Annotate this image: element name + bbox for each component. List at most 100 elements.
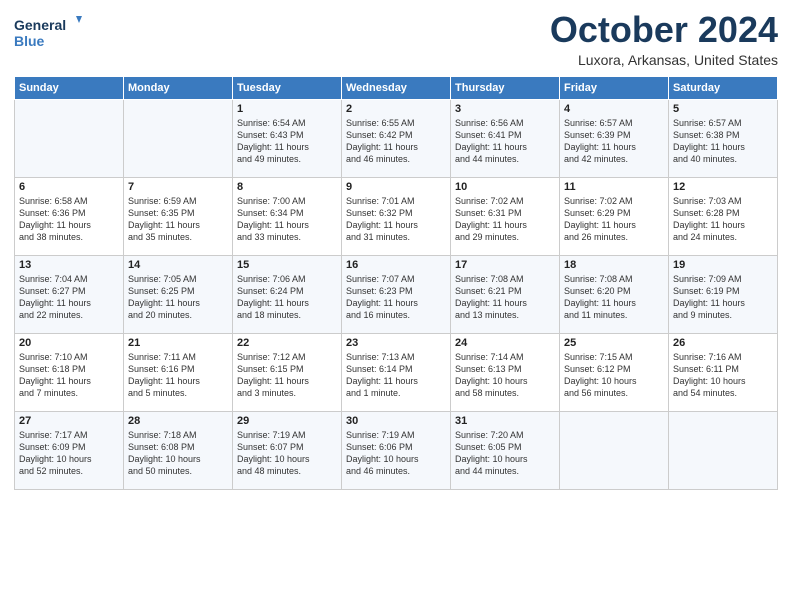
day-cell: 3 Sunrise: 6:56 AM Sunset: 6:41 PM Daylig…	[451, 99, 560, 177]
logo: General Blue	[14, 14, 82, 52]
col-header-friday: Friday	[560, 76, 669, 99]
day-cell	[124, 99, 233, 177]
day-cell: 4Sunrise: 6:57 AM Sunset: 6:39 PM Daylig…	[560, 99, 669, 177]
day-cell: 22 Sunrise: 7:12 AM Sunset: 6:15 PM Dayli…	[233, 333, 342, 411]
day-cell	[669, 411, 778, 489]
logo-svg: General Blue	[14, 14, 82, 52]
day-info: Sunrise: 7:10 AM Sunset: 6:18 PM Dayligh…	[19, 351, 119, 400]
day-info: Sunrise: 7:17 AM Sunset: 6:09 PM Dayligh…	[19, 429, 119, 478]
day-info: Sunrise: 7:02 AM Sunset: 6:29 PM Dayligh…	[564, 195, 664, 244]
day-number: 17	[455, 259, 555, 271]
day-number: 10	[455, 181, 555, 193]
day-number: 18	[564, 259, 664, 271]
day-number: 14	[128, 259, 228, 271]
page-container: General Blue October 2024 Luxora, Arkans…	[0, 0, 792, 496]
week-row-2: 6 Sunrise: 6:58 AM Sunset: 6:36 PM Daylig…	[15, 177, 778, 255]
day-number: 8	[237, 181, 337, 193]
day-number: 29	[237, 415, 337, 427]
day-info: Sunrise: 7:15 AM Sunset: 6:12 PM Dayligh…	[564, 351, 664, 400]
day-cell: 8Sunrise: 7:00 AM Sunset: 6:34 PM Daylig…	[233, 177, 342, 255]
col-header-wednesday: Wednesday	[342, 76, 451, 99]
month-title: October 2024	[550, 10, 778, 50]
day-number: 12	[673, 181, 773, 193]
day-info: Sunrise: 7:01 AM Sunset: 6:32 PM Dayligh…	[346, 195, 446, 244]
header-row: SundayMondayTuesdayWednesdayThursdayFrid…	[15, 76, 778, 99]
day-info: Sunrise: 7:09 AM Sunset: 6:19 PM Dayligh…	[673, 273, 773, 322]
day-number: 30	[346, 415, 446, 427]
day-cell	[560, 411, 669, 489]
day-cell: 13 Sunrise: 7:04 AM Sunset: 6:27 PM Dayli…	[15, 255, 124, 333]
day-number: 15	[237, 259, 337, 271]
week-row-1: 1 Sunrise: 6:54 AM Sunset: 6:43 PM Daylig…	[15, 99, 778, 177]
day-number: 2	[346, 103, 446, 115]
day-cell: 27 Sunrise: 7:17 AM Sunset: 6:09 PM Dayli…	[15, 411, 124, 489]
col-header-monday: Monday	[124, 76, 233, 99]
day-cell: 9 Sunrise: 7:01 AM Sunset: 6:32 PM Daylig…	[342, 177, 451, 255]
week-row-3: 13 Sunrise: 7:04 AM Sunset: 6:27 PM Dayli…	[15, 255, 778, 333]
day-info: Sunrise: 7:14 AM Sunset: 6:13 PM Dayligh…	[455, 351, 555, 400]
day-cell: 28Sunrise: 7:18 AM Sunset: 6:08 PM Dayli…	[124, 411, 233, 489]
day-cell: 18Sunrise: 7:08 AM Sunset: 6:20 PM Dayli…	[560, 255, 669, 333]
col-header-thursday: Thursday	[451, 76, 560, 99]
day-cell: 30Sunrise: 7:19 AM Sunset: 6:06 PM Dayli…	[342, 411, 451, 489]
day-number: 26	[673, 337, 773, 349]
day-cell: 15 Sunrise: 7:06 AM Sunset: 6:24 PM Dayli…	[233, 255, 342, 333]
day-cell	[15, 99, 124, 177]
day-info: Sunrise: 7:20 AM Sunset: 6:05 PM Dayligh…	[455, 429, 555, 478]
day-cell: 16 Sunrise: 7:07 AM Sunset: 6:23 PM Dayli…	[342, 255, 451, 333]
day-cell: 20 Sunrise: 7:10 AM Sunset: 6:18 PM Dayli…	[15, 333, 124, 411]
day-info: Sunrise: 6:59 AM Sunset: 6:35 PM Dayligh…	[128, 195, 228, 244]
day-number: 13	[19, 259, 119, 271]
day-number: 16	[346, 259, 446, 271]
day-number: 31	[455, 415, 555, 427]
day-cell: 31 Sunrise: 7:20 AM Sunset: 6:05 PM Dayli…	[451, 411, 560, 489]
day-info: Sunrise: 7:02 AM Sunset: 6:31 PM Dayligh…	[455, 195, 555, 244]
day-number: 20	[19, 337, 119, 349]
day-cell: 12 Sunrise: 7:03 AM Sunset: 6:28 PM Dayli…	[669, 177, 778, 255]
day-number: 3	[455, 103, 555, 115]
title-block: October 2024 Luxora, Arkansas, United St…	[550, 10, 778, 68]
day-info: Sunrise: 6:58 AM Sunset: 6:36 PM Dayligh…	[19, 195, 119, 244]
svg-text:General: General	[14, 17, 66, 33]
day-info: Sunrise: 6:57 AM Sunset: 6:38 PM Dayligh…	[673, 117, 773, 166]
week-row-5: 27 Sunrise: 7:17 AM Sunset: 6:09 PM Dayli…	[15, 411, 778, 489]
day-cell: 29 Sunrise: 7:19 AM Sunset: 6:07 PM Dayli…	[233, 411, 342, 489]
day-info: Sunrise: 7:04 AM Sunset: 6:27 PM Dayligh…	[19, 273, 119, 322]
day-cell: 5Sunrise: 6:57 AM Sunset: 6:38 PM Daylig…	[669, 99, 778, 177]
day-info: Sunrise: 6:54 AM Sunset: 6:43 PM Dayligh…	[237, 117, 337, 166]
day-cell: 11Sunrise: 7:02 AM Sunset: 6:29 PM Dayli…	[560, 177, 669, 255]
day-number: 27	[19, 415, 119, 427]
page-header: General Blue October 2024 Luxora, Arkans…	[14, 10, 778, 68]
col-header-sunday: Sunday	[15, 76, 124, 99]
day-cell: 7Sunrise: 6:59 AM Sunset: 6:35 PM Daylig…	[124, 177, 233, 255]
day-number: 24	[455, 337, 555, 349]
day-cell: 19 Sunrise: 7:09 AM Sunset: 6:19 PM Dayli…	[669, 255, 778, 333]
svg-text:Blue: Blue	[14, 33, 45, 49]
day-cell: 1 Sunrise: 6:54 AM Sunset: 6:43 PM Daylig…	[233, 99, 342, 177]
day-cell: 25 Sunrise: 7:15 AM Sunset: 6:12 PM Dayli…	[560, 333, 669, 411]
day-cell: 17 Sunrise: 7:08 AM Sunset: 6:21 PM Dayli…	[451, 255, 560, 333]
day-info: Sunrise: 7:13 AM Sunset: 6:14 PM Dayligh…	[346, 351, 446, 400]
day-info: Sunrise: 7:19 AM Sunset: 6:07 PM Dayligh…	[237, 429, 337, 478]
day-info: Sunrise: 7:07 AM Sunset: 6:23 PM Dayligh…	[346, 273, 446, 322]
day-info: Sunrise: 6:57 AM Sunset: 6:39 PM Dayligh…	[564, 117, 664, 166]
day-info: Sunrise: 7:11 AM Sunset: 6:16 PM Dayligh…	[128, 351, 228, 400]
day-number: 6	[19, 181, 119, 193]
day-number: 1	[237, 103, 337, 115]
day-info: Sunrise: 6:56 AM Sunset: 6:41 PM Dayligh…	[455, 117, 555, 166]
location: Luxora, Arkansas, United States	[550, 52, 778, 68]
day-number: 23	[346, 337, 446, 349]
day-info: Sunrise: 7:06 AM Sunset: 6:24 PM Dayligh…	[237, 273, 337, 322]
day-cell: 6 Sunrise: 6:58 AM Sunset: 6:36 PM Daylig…	[15, 177, 124, 255]
day-number: 21	[128, 337, 228, 349]
day-number: 19	[673, 259, 773, 271]
day-info: Sunrise: 6:55 AM Sunset: 6:42 PM Dayligh…	[346, 117, 446, 166]
day-number: 25	[564, 337, 664, 349]
day-number: 9	[346, 181, 446, 193]
day-cell: 14Sunrise: 7:05 AM Sunset: 6:25 PM Dayli…	[124, 255, 233, 333]
day-info: Sunrise: 7:16 AM Sunset: 6:11 PM Dayligh…	[673, 351, 773, 400]
day-info: Sunrise: 7:12 AM Sunset: 6:15 PM Dayligh…	[237, 351, 337, 400]
day-info: Sunrise: 7:03 AM Sunset: 6:28 PM Dayligh…	[673, 195, 773, 244]
day-number: 22	[237, 337, 337, 349]
day-info: Sunrise: 7:08 AM Sunset: 6:21 PM Dayligh…	[455, 273, 555, 322]
